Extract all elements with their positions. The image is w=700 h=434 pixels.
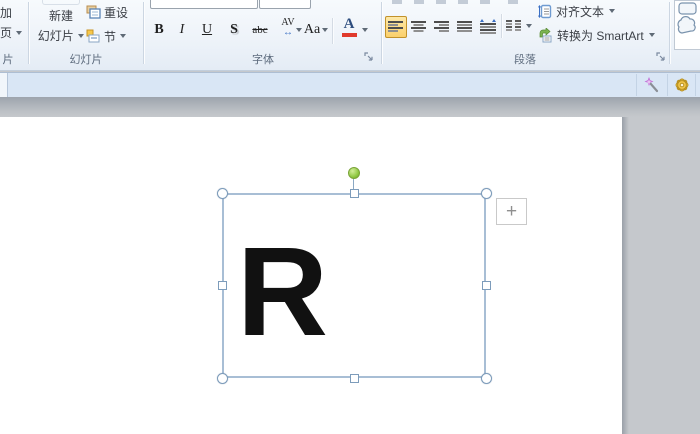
group-separator: [28, 2, 29, 64]
underline-button[interactable]: U: [198, 20, 216, 40]
chevron-down-icon: [120, 34, 126, 38]
shape-thumbnails: [675, 1, 699, 47]
settings-gear-icon: [674, 77, 690, 93]
align-right-button[interactable]: [431, 16, 453, 38]
font-name-combobox[interactable]: [150, 0, 258, 9]
workspace-top-shade: [0, 97, 700, 117]
small-separator: [332, 18, 333, 44]
chevron-down-icon: [322, 28, 328, 32]
ribbon-home-tab-content: 加 页 片 新建 幻灯片 重设: [0, 0, 700, 71]
cropped-ribbon-button: [458, 0, 468, 4]
small-separator: [501, 14, 502, 38]
align-text-icon: [538, 4, 552, 19]
cropped-ribbon-button: [392, 0, 402, 4]
distribute-text-button[interactable]: [477, 16, 499, 38]
cropped-button-line2[interactable]: 页: [0, 24, 22, 42]
reset-icon: [86, 5, 101, 20]
resize-handle-top-right[interactable]: [481, 188, 492, 199]
chevron-down-icon: [78, 34, 84, 38]
new-slide-icon: [42, 0, 80, 5]
text-shadow-button[interactable]: S: [226, 20, 242, 40]
settings-gear-button[interactable]: [670, 76, 694, 94]
convert-to-smartart-button[interactable]: 转换为 SmartArt: [538, 26, 655, 44]
columns-icon: [506, 19, 522, 33]
font-dialog-launcher[interactable]: [363, 51, 375, 63]
new-slide-label-top: 新建: [34, 7, 88, 24]
distribute-text-icon: [479, 19, 497, 35]
align-left-button[interactable]: [385, 16, 407, 38]
group-separator: [669, 2, 670, 64]
slide-edge-shadow: [622, 117, 629, 434]
columns-button[interactable]: [506, 16, 532, 36]
reset-label: 重设: [104, 4, 128, 21]
rotation-handle[interactable]: [348, 167, 360, 179]
font-color-swatch: [342, 33, 357, 37]
cropped-ribbon-button: [508, 0, 518, 4]
cropped-button-line1[interactable]: 加: [0, 4, 12, 21]
smartart-icon: [538, 28, 553, 43]
chevron-down-icon: [609, 9, 615, 13]
font-color-button[interactable]: A: [340, 17, 358, 41]
powerpoint-window: 加 页 片 新建 幻灯片 重设: [0, 0, 700, 434]
align-left-icon: [388, 20, 404, 34]
rounded-rectangle-shape-icon: [679, 3, 696, 14]
toolbar-divider: [667, 74, 668, 96]
magic-wand-button[interactable]: [640, 76, 664, 94]
chevron-down-icon: [296, 28, 302, 32]
chevron-down-icon: [362, 28, 368, 32]
align-text-button[interactable]: 对齐文本: [538, 2, 615, 20]
plus-button[interactable]: +: [496, 198, 527, 225]
align-right-icon: [434, 20, 450, 34]
chevron-down-icon: [16, 31, 22, 35]
font-size-combobox[interactable]: [259, 0, 311, 9]
group-label-font: 字体: [145, 51, 381, 67]
align-center-button[interactable]: [408, 16, 430, 38]
resize-handle-top[interactable]: [350, 189, 359, 198]
resize-handle-left[interactable]: [218, 281, 227, 290]
plugin-toolbar: [0, 72, 700, 98]
align-text-label: 对齐文本: [556, 3, 604, 20]
magic-wand-icon: [644, 77, 660, 93]
italic-button[interactable]: I: [174, 20, 190, 40]
justify-icon: [457, 20, 473, 34]
group-label-cropped: 片: [1, 51, 15, 67]
paragraph-dialog-launcher[interactable]: [655, 51, 667, 63]
plugin-toolbar-left-cell: [0, 73, 8, 97]
align-center-icon: [411, 20, 427, 34]
section-icon: [86, 29, 101, 44]
resize-handle-top-left[interactable]: [217, 188, 228, 199]
selected-textbox[interactable]: [222, 193, 486, 378]
cloud-shape-icon: [678, 17, 695, 33]
shapes-gallery[interactable]: [674, 0, 700, 50]
new-slide-label-bottom: 幻灯片: [38, 29, 74, 43]
group-label-slides: 幻灯片: [30, 51, 142, 67]
toolbar-divider: [636, 74, 637, 96]
group-separator: [143, 2, 144, 64]
font-color-glyph: A: [340, 17, 358, 32]
section-label: 节: [104, 28, 116, 45]
resize-handle-right[interactable]: [482, 281, 491, 290]
change-case-button[interactable]: Aa: [303, 20, 321, 40]
reset-button[interactable]: 重设: [86, 3, 128, 21]
bold-button[interactable]: B: [150, 20, 168, 40]
cropped-ribbon-button: [480, 0, 490, 4]
justify-button[interactable]: [454, 16, 476, 38]
chevron-down-icon: [526, 24, 532, 28]
group-label-paragraph: 段落: [381, 51, 669, 67]
resize-handle-bottom[interactable]: [350, 374, 359, 383]
cropped-ribbon-button: [414, 0, 424, 4]
convert-to-smartart-label: 转换为 SmartArt: [557, 27, 644, 44]
section-button[interactable]: 节: [86, 27, 126, 45]
resize-handle-bottom-right[interactable]: [481, 373, 492, 384]
resize-handle-bottom-left[interactable]: [217, 373, 228, 384]
cropped-ribbon-button: [436, 0, 446, 4]
chevron-down-icon: [649, 33, 655, 37]
strikethrough-button[interactable]: abc: [248, 20, 272, 40]
toolbar-divider: [695, 74, 696, 96]
new-slide-button[interactable]: 新建 幻灯片: [34, 0, 88, 48]
